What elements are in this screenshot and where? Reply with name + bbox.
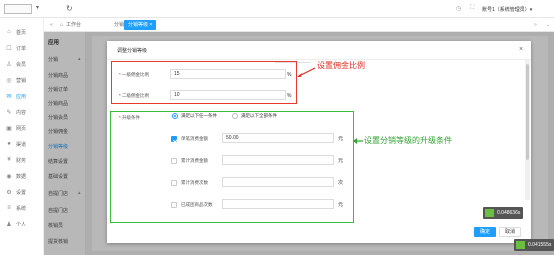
nav-item-web[interactable]: ▣ 网页 xyxy=(0,120,44,136)
channel-icon: ● xyxy=(7,141,11,147)
data-icon: ◉ xyxy=(6,173,12,180)
upgrade-highlight-box xyxy=(110,111,354,223)
nav-item-finance[interactable]: ¥ 财务 xyxy=(0,152,44,168)
timer-icon xyxy=(485,209,494,217)
commission-highlight-box xyxy=(111,61,297,104)
close-icon[interactable]: × xyxy=(519,46,523,53)
nav-item-order[interactable]: ☐ 订单 xyxy=(0,40,44,56)
timer-badge: 0.041555s xyxy=(514,239,554,251)
web-icon: ▣ xyxy=(6,125,12,132)
cancel-button[interactable]: 取消 xyxy=(499,227,521,237)
nav-item-personal[interactable]: ♟ 个人 xyxy=(0,216,44,232)
content-icon: ✎ xyxy=(6,109,12,116)
nav-item-content[interactable]: ✎ 内容 xyxy=(0,104,44,120)
annotation-commission: 设置佣金比例 xyxy=(317,61,365,70)
refresh-icon[interactable]: ↻ xyxy=(66,4,73,13)
tabs-forward-icon[interactable]: » xyxy=(530,20,541,30)
personal-icon: ♟ xyxy=(6,221,12,228)
nav-item-system[interactable]: ≡ 系统 xyxy=(0,200,44,216)
tab-strip: « ⌂ 工作台 分销商品 分销等级 × » ⌄ xyxy=(44,18,554,32)
order-icon: ☐ xyxy=(6,45,12,52)
tab-distribution-level[interactable]: 分销等级 × xyxy=(124,20,157,30)
nav-item-settings[interactable]: ⚙ 设置 xyxy=(0,184,44,200)
settings-icon: ⚙ xyxy=(6,189,12,196)
top-bar: ▾ ↻ ◷ ⛶ 账号1（系统管理员）▾ xyxy=(0,0,554,18)
notification-icon[interactable]: ◷ xyxy=(456,5,461,12)
timer-icon xyxy=(516,241,525,249)
home-icon: ⌂ xyxy=(7,29,11,35)
nav-item-marketing[interactable]: ◎ 营销 xyxy=(0,72,44,88)
arrow-icon xyxy=(353,138,363,144)
nav-item-home[interactable]: ⌂ 首页 xyxy=(0,24,44,40)
member-icon: ♙ xyxy=(6,61,12,68)
nav-item-app[interactable]: ✉ 应用 xyxy=(0,88,44,104)
finance-icon: ¥ xyxy=(7,157,11,163)
annotation-upgrade: 设置分销等级的升级条件 xyxy=(364,136,452,145)
logo-placeholder[interactable] xyxy=(4,4,32,14)
chevron-down-icon[interactable]: ⌄ xyxy=(542,20,554,30)
nav-item-data[interactable]: ◉ 数据 xyxy=(0,168,44,184)
system-icon: ≡ xyxy=(7,205,11,211)
dialog-title: 调整分销等级 xyxy=(117,48,148,54)
marketing-icon: ◎ xyxy=(6,77,12,84)
dialog-scrollbar[interactable] xyxy=(525,60,530,200)
account-menu[interactable]: 账号1（系统管理员）▾ xyxy=(482,6,532,13)
main-nav: ⌂ 首页 ☐ 订单 ♙ 会员 ◎ 营销 ✉ 应用 ✎ 内容 ▣ 网页 ● 渠道 ¥ 财务 ◉ 数据 … xyxy=(0,18,44,255)
nav-item-channel[interactable]: ● 渠道 xyxy=(0,136,44,152)
scrollbar-thumb[interactable] xyxy=(526,64,529,160)
arrow-icon xyxy=(297,67,316,77)
nav-item-member[interactable]: ♙ 会员 xyxy=(0,56,44,72)
app-icon: ✉ xyxy=(6,93,12,100)
timer-badge: 0.048636s xyxy=(483,207,524,219)
tab-workbench[interactable]: 工作台 xyxy=(62,20,85,30)
confirm-button[interactable]: 确定 xyxy=(474,227,496,237)
chevron-down-icon[interactable]: ▾ xyxy=(36,4,39,11)
fullscreen-icon[interactable]: ⛶ xyxy=(470,5,474,12)
